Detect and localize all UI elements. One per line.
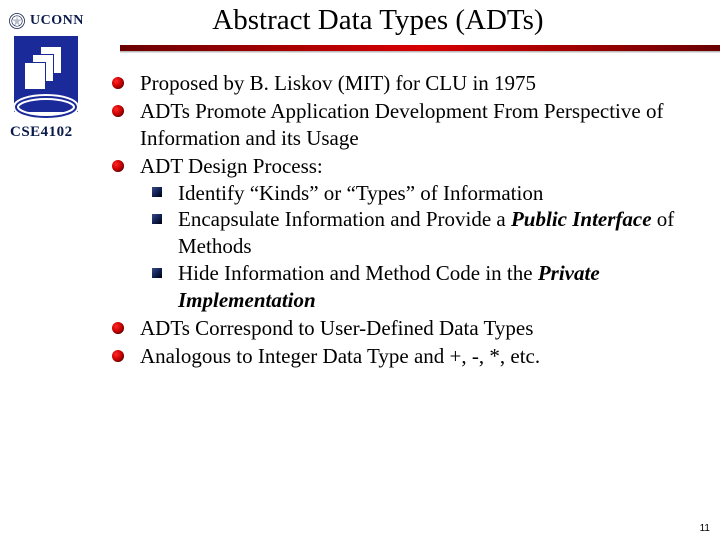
- slide-title: Abstract Data Types (ADTs): [84, 4, 712, 37]
- list-item: ADT Design Process: Identify “Kinds” or …: [112, 153, 702, 314]
- bullet-text: ADT Design Process:: [140, 154, 323, 178]
- slide-content: Proposed by B. Liskov (MIT) for CLU in 1…: [112, 70, 702, 371]
- square-bullet-icon: [152, 214, 162, 224]
- bullet-text: Proposed by B. Liskov (MIT) for CLU in 1…: [140, 71, 536, 95]
- list-item: Proposed by B. Liskov (MIT) for CLU in 1…: [112, 70, 702, 97]
- uconn-seal-icon: [8, 12, 26, 30]
- bullet-text-em: Public Interface: [511, 207, 652, 231]
- sidebar: CSE4102: [10, 30, 100, 141]
- square-bullet-icon: [152, 268, 162, 278]
- course-code: CSE4102: [10, 124, 100, 141]
- bullet-text-pre: Hide Information and Method Code in the: [178, 261, 538, 285]
- circle-bullet-icon: [112, 160, 124, 172]
- uconn-badge: UCONN: [8, 12, 84, 30]
- cse-logo-icon: [10, 30, 82, 118]
- square-bullet-icon: [152, 187, 162, 197]
- list-item: Analogous to Integer Data Type and +, -,…: [112, 343, 702, 370]
- list-item: ADTs Correspond to User-Defined Data Typ…: [112, 315, 702, 342]
- title-divider: [120, 45, 720, 51]
- logo-ring-icon: [12, 92, 80, 122]
- circle-bullet-icon: [112, 105, 124, 117]
- bullet-list: Proposed by B. Liskov (MIT) for CLU in 1…: [112, 70, 702, 370]
- circle-bullet-icon: [112, 77, 124, 89]
- bullet-text: Identify “Kinds” or “Types” of Informati…: [178, 181, 543, 205]
- list-item: Hide Information and Method Code in the …: [152, 260, 702, 314]
- bullet-text: ADTs Correspond to User-Defined Data Typ…: [140, 316, 533, 340]
- page-number: 11: [700, 523, 710, 534]
- list-item: ADTs Promote Application Development Fro…: [112, 98, 702, 152]
- list-item: Identify “Kinds” or “Types” of Informati…: [152, 180, 702, 207]
- header: UCONN Abstract Data Types (ADTs): [0, 0, 720, 37]
- circle-bullet-icon: [112, 350, 124, 362]
- circle-bullet-icon: [112, 322, 124, 334]
- bullet-text: ADTs Promote Application Development Fro…: [140, 99, 663, 150]
- brand-name: UCONN: [30, 13, 84, 29]
- sub-bullet-list: Identify “Kinds” or “Types” of Informati…: [152, 180, 702, 314]
- bullet-text-pre: Encapsulate Information and Provide a: [178, 207, 511, 231]
- list-item: Encapsulate Information and Provide a Pu…: [152, 206, 702, 260]
- bullet-text: Analogous to Integer Data Type and +, -,…: [140, 344, 540, 368]
